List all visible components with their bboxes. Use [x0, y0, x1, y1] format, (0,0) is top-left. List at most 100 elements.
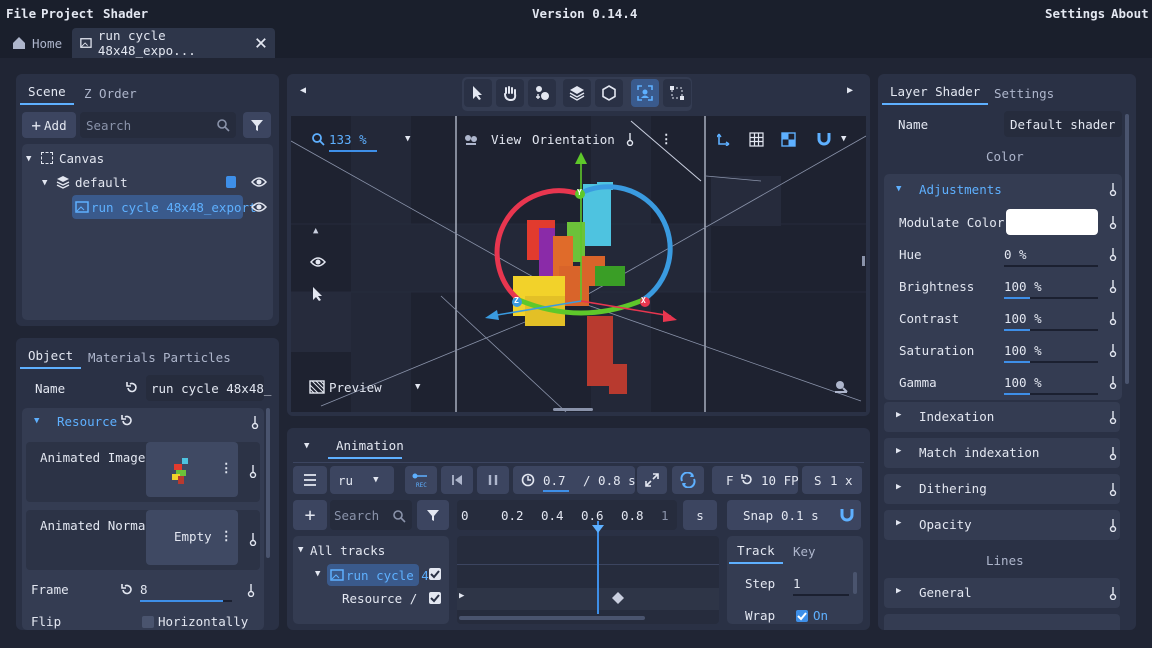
menu-about[interactable]: About: [1111, 6, 1149, 21]
brightness-slider[interactable]: [1004, 297, 1098, 299]
collapse-panel-icon[interactable]: ▼: [304, 441, 309, 451]
time-field[interactable]: 0.7 / 0.8 s: [513, 466, 636, 494]
eye-icon[interactable]: [251, 176, 267, 188]
keyframe-diamond[interactable]: [611, 591, 625, 605]
saturation-slider[interactable]: [1004, 361, 1098, 363]
add-track-button[interactable]: +: [293, 500, 327, 530]
scrollbar[interactable]: [266, 408, 270, 558]
contrast-value[interactable]: 100 %: [1004, 311, 1042, 326]
skip-start-button[interactable]: [441, 466, 473, 494]
grid-icon[interactable]: [749, 132, 764, 147]
timeline-area[interactable]: ▶: [457, 536, 719, 624]
key-icon[interactable]: [250, 415, 260, 429]
key-icon[interactable]: [1108, 482, 1118, 496]
opacity-section[interactable]: ▶ Opacity: [884, 510, 1120, 540]
hue-value[interactable]: 0 %: [1004, 247, 1027, 262]
resource-header[interactable]: Resource: [57, 414, 117, 429]
record-button[interactable]: REC: [405, 466, 437, 494]
scene-search-input[interactable]: Search: [80, 112, 236, 138]
name-input[interactable]: run cycle 48x48_: [146, 375, 271, 401]
general-section[interactable]: ▶ General: [884, 578, 1120, 608]
pause-button[interactable]: [477, 466, 509, 494]
tab-document[interactable]: run cycle 48x48_expo...: [72, 28, 275, 58]
chevron-down-icon[interactable]: ▼: [298, 545, 303, 555]
mesh-tool[interactable]: [595, 79, 623, 107]
menu-shader[interactable]: Shader: [103, 6, 148, 21]
tab-materials[interactable]: Materials: [80, 344, 164, 370]
subtrack-checkbox[interactable]: [429, 592, 441, 604]
tree-layer-default[interactable]: default: [75, 175, 128, 190]
more-icon[interactable]: ⋮: [220, 528, 233, 543]
next-section[interactable]: [884, 614, 1120, 630]
current-time[interactable]: 0.7: [543, 473, 566, 488]
more-icon[interactable]: ⋮: [660, 131, 673, 146]
wrap-checkbox[interactable]: [796, 610, 808, 622]
key-icon[interactable]: [1108, 247, 1118, 261]
key-icon[interactable]: [1108, 279, 1118, 293]
collapse-up-icon[interactable]: ▲: [313, 226, 318, 236]
layer-color-icon[interactable]: [226, 176, 236, 188]
menu-settings[interactable]: Settings: [1045, 6, 1105, 21]
reset-icon[interactable]: [740, 473, 754, 487]
playhead[interactable]: [597, 521, 599, 614]
key-icon[interactable]: [1108, 410, 1118, 424]
dithering-section[interactable]: ▶ Dithering: [884, 474, 1120, 504]
speed-value[interactable]: 1 x: [830, 473, 853, 488]
step-slider[interactable]: [793, 594, 849, 596]
tab-shader-settings[interactable]: Settings: [986, 80, 1062, 106]
time-ruler[interactable]: 0 0.2 0.4 0.6 0.8 1: [457, 500, 677, 530]
fit-button[interactable]: [637, 466, 667, 494]
chevron-down-icon[interactable]: ▼: [405, 134, 410, 144]
zoom-value[interactable]: 133 %: [329, 132, 367, 147]
loop-button[interactable]: [672, 466, 704, 494]
transform-tool[interactable]: [663, 79, 691, 107]
contrast-slider[interactable]: [1004, 329, 1098, 331]
menu-file[interactable]: File: [6, 6, 36, 21]
fps-value[interactable]: 10 FP: [761, 473, 799, 488]
focus-tool[interactable]: [631, 79, 659, 107]
magnet-icon[interactable]: [817, 132, 831, 146]
scrollbar[interactable]: [853, 572, 857, 594]
tab-object[interactable]: Object: [20, 343, 82, 369]
canvas-view[interactable]: X Z Y 133 % ▼ View Orientation ⋮ ▼ ▲ Pre…: [291, 116, 866, 412]
cursor-icon[interactable]: [311, 286, 325, 302]
scroll-right-icon[interactable]: ▶: [847, 85, 853, 96]
track-item-selected[interactable]: run cycle 4: [327, 564, 429, 586]
track-sub-label[interactable]: Resource /: [342, 591, 417, 606]
magnet-icon[interactable]: [840, 508, 854, 522]
speed-field[interactable]: S 1 x: [802, 466, 862, 494]
key-icon[interactable]: [1108, 446, 1118, 460]
chevron-down-icon[interactable]: ▼: [415, 382, 420, 392]
match-indexation-section[interactable]: ▶ Match indexation: [884, 438, 1120, 468]
fps-field[interactable]: F 10 FP: [712, 466, 799, 494]
modulate-color-swatch[interactable]: [1006, 209, 1098, 235]
reset-icon[interactable]: [120, 583, 134, 597]
key-icon[interactable]: [1108, 311, 1118, 325]
clip-select[interactable]: ru ▼: [330, 466, 394, 494]
select-tool[interactable]: [464, 79, 492, 107]
animated-image-picker[interactable]: ⋮: [146, 442, 238, 497]
scroll-left-icon[interactable]: ◀: [300, 85, 306, 96]
animated-normal-picker[interactable]: Empty ⋮: [146, 510, 238, 565]
key-icon[interactable]: [248, 532, 258, 546]
chevron-down-icon[interactable]: ▼: [42, 178, 47, 188]
menu-project[interactable]: Project: [41, 6, 94, 21]
more-icon[interactable]: ⋮: [220, 460, 233, 475]
view-menu[interactable]: View: [491, 132, 521, 147]
all-tracks[interactable]: All tracks: [310, 543, 385, 558]
indexation-section[interactable]: ▶ Indexation: [884, 402, 1120, 432]
tab-layer-shader[interactable]: Layer Shader: [882, 79, 989, 105]
hue-slider[interactable]: [1004, 265, 1098, 267]
brightness-value[interactable]: 100 %: [1004, 279, 1042, 294]
layer-tool[interactable]: [563, 79, 591, 107]
tree-canvas[interactable]: Canvas: [59, 151, 104, 166]
eye-icon[interactable]: [310, 256, 326, 268]
eye-icon[interactable]: [251, 201, 267, 213]
step-value[interactable]: 1: [793, 576, 801, 591]
snap-field[interactable]: Snap 0.1 s: [727, 500, 861, 530]
adjustments-header[interactable]: Adjustments: [919, 182, 1002, 197]
filter-button[interactable]: [243, 112, 271, 138]
timeline-scrollbar[interactable]: [459, 616, 645, 620]
key-icon[interactable]: [246, 583, 256, 597]
frame-value[interactable]: 8: [140, 582, 148, 597]
